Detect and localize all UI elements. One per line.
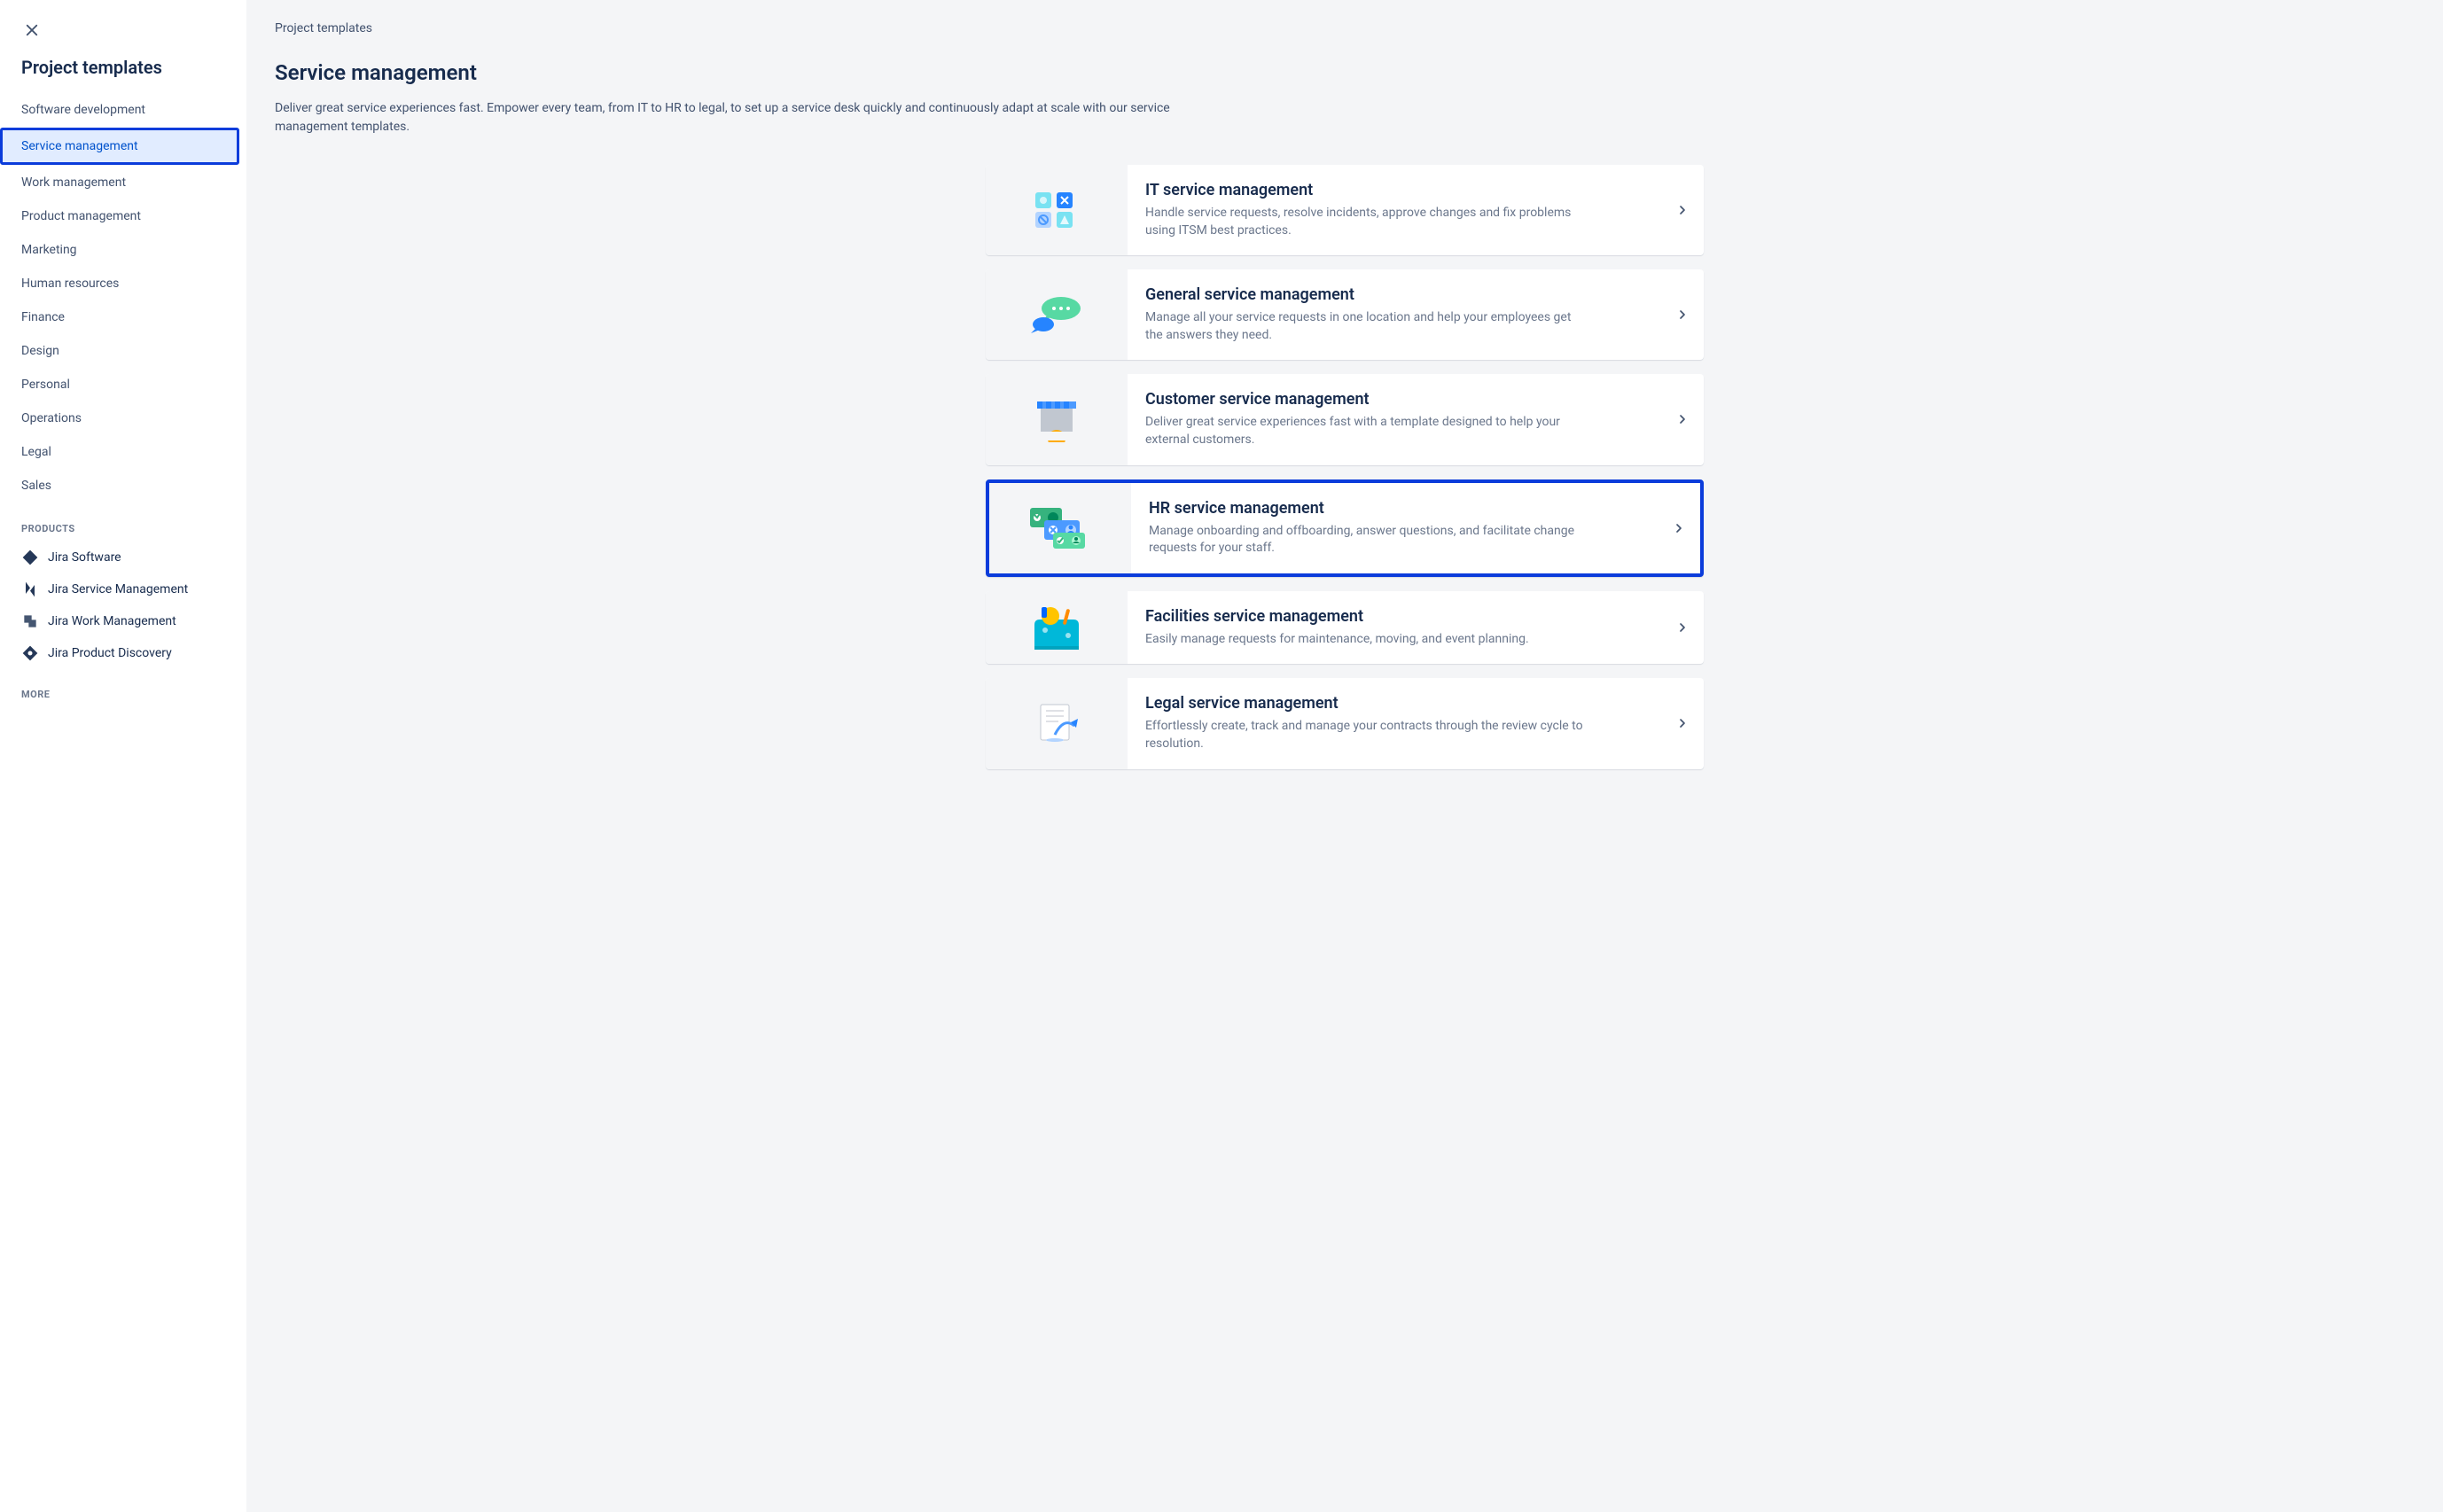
template-description: Easily manage requests for maintenance, …: [1145, 631, 1588, 649]
template-card-hr[interactable]: HR service management Manage onboarding a…: [986, 479, 1704, 577]
template-title: HR service management: [1149, 499, 1643, 518]
template-illustration-facilities: [986, 591, 1128, 665]
main-content: Project templates Service management Del…: [246, 0, 2443, 1512]
template-description: Manage onboarding and offboarding, answe…: [1149, 523, 1592, 557]
sidebar-category-legal[interactable]: Legal: [7, 436, 239, 468]
template-body: Legal service management Effortlessly cre…: [1128, 678, 1661, 768]
product-jira-service[interactable]: Jira Service Management: [7, 573, 239, 605]
chevron-right-icon: [1661, 678, 1704, 768]
product-label: Jira Product Discovery: [48, 646, 172, 660]
template-title: Customer service management: [1145, 390, 1647, 409]
chevron-right-icon: [1661, 269, 1704, 360]
jira-discovery-icon: [21, 644, 39, 662]
template-description: Manage all your service requests in one …: [1145, 309, 1588, 344]
chevron-right-icon: [1661, 591, 1704, 665]
product-jira-software[interactable]: Jira Software: [7, 542, 239, 573]
sidebar-category-operations[interactable]: Operations: [7, 402, 239, 434]
more-section-label: MORE: [7, 669, 239, 707]
sidebar-category-finance[interactable]: Finance: [7, 301, 239, 333]
template-card-legal[interactable]: Legal service management Effortlessly cre…: [986, 678, 1704, 768]
template-illustration-hr: [989, 483, 1131, 573]
chevron-right-icon: [1658, 483, 1700, 573]
breadcrumb[interactable]: Project templates: [275, 21, 2415, 35]
template-description: Effortlessly create, track and manage yo…: [1145, 718, 1588, 752]
template-illustration-customer: [986, 374, 1128, 464]
template-body: HR service management Manage onboarding a…: [1131, 483, 1658, 573]
template-title: Facilities service management: [1145, 607, 1647, 626]
template-card-facilities[interactable]: Facilities service management Easily mana…: [986, 591, 1704, 665]
template-title: IT service management: [1145, 181, 1647, 199]
page-description: Deliver great service experiences fast. …: [275, 99, 1232, 136]
sidebar: Project templates Software developmentSe…: [0, 0, 246, 1512]
template-card-general[interactable]: General service management Manage all you…: [986, 269, 1704, 360]
template-description: Deliver great service experiences fast w…: [1145, 414, 1588, 448]
product-jira-work[interactable]: Jira Work Management: [7, 605, 239, 637]
sidebar-category-personal[interactable]: Personal: [7, 369, 239, 401]
sidebar-category-human-resources[interactable]: Human resources: [7, 268, 239, 300]
product-label: Jira Service Management: [48, 582, 188, 596]
product-jira-discovery[interactable]: Jira Product Discovery: [7, 637, 239, 669]
sidebar-category-software-development[interactable]: Software development: [7, 94, 239, 126]
sidebar-category-design[interactable]: Design: [7, 335, 239, 367]
sidebar-category-sales[interactable]: Sales: [7, 470, 239, 502]
template-illustration-general: [986, 269, 1128, 360]
product-label: Jira Software: [48, 550, 121, 565]
template-body: IT service management Handle service requ…: [1128, 165, 1661, 255]
template-illustration-itsm: [986, 165, 1128, 255]
sidebar-category-service-management[interactable]: Service management: [0, 128, 239, 165]
jira-work-icon: [21, 612, 39, 630]
close-icon: [24, 22, 40, 38]
category-list: Software developmentService managementWo…: [7, 94, 239, 502]
products-section-label: PRODUCTS: [7, 503, 239, 542]
template-list: IT service management Handle service requ…: [986, 165, 1704, 769]
chevron-right-icon: [1661, 165, 1704, 255]
sidebar-title: Project templates: [7, 57, 239, 94]
page-title: Service management: [275, 60, 2415, 85]
sidebar-category-marketing[interactable]: Marketing: [7, 234, 239, 266]
product-label: Jira Work Management: [48, 614, 176, 628]
close-button[interactable]: [18, 16, 46, 44]
template-title: General service management: [1145, 285, 1647, 304]
jira-software-icon: [21, 549, 39, 566]
template-description: Handle service requests, resolve inciden…: [1145, 205, 1588, 239]
template-body: General service management Manage all you…: [1128, 269, 1661, 360]
sidebar-category-work-management[interactable]: Work management: [7, 167, 239, 199]
jira-service-icon: [21, 581, 39, 598]
template-card-customer[interactable]: Customer service management Deliver great…: [986, 374, 1704, 464]
template-card-itsm[interactable]: IT service management Handle service requ…: [986, 165, 1704, 255]
template-body: Customer service management Deliver great…: [1128, 374, 1661, 464]
products-list: Jira Software Jira Service Management Jira…: [7, 542, 239, 669]
template-illustration-legal: [986, 678, 1128, 768]
template-body: Facilities service management Easily mana…: [1128, 591, 1661, 665]
sidebar-category-product-management[interactable]: Product management: [7, 200, 239, 232]
template-title: Legal service management: [1145, 694, 1647, 713]
chevron-right-icon: [1661, 374, 1704, 464]
